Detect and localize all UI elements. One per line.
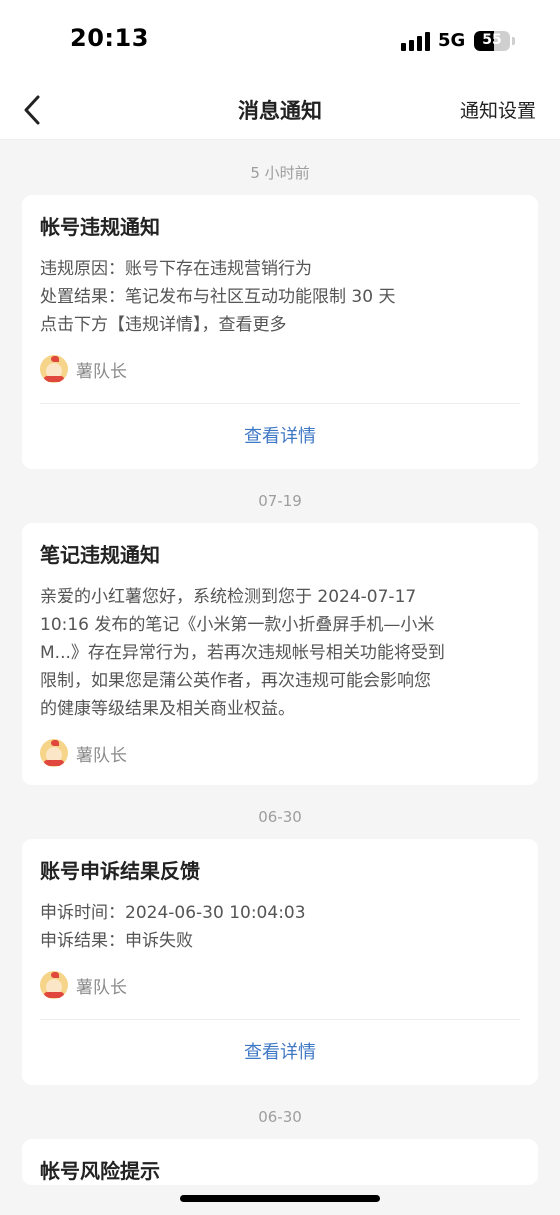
home-indicator[interactable] [180,1195,380,1202]
message-time: 07-19 [258,492,302,510]
view-details-button[interactable]: 查看详情 [40,1019,520,1085]
status-bar: 20:13 5G 55 [0,0,560,80]
sender-name: 薯队长 [76,977,127,998]
message-title: 笔记违规通知 [40,543,160,567]
sender: 薯队长 [40,965,520,1005]
battery-tip [512,37,515,45]
message-title: 帐号风险提示 [40,1159,160,1183]
message-line: 申诉时间：2024-06-30 10:04:03 [40,903,306,923]
message-line: 申诉结果：申诉失败 [40,931,193,951]
message-line: 10:16 发布的笔记《小米第一款小折叠屏手机—小米 [40,615,435,635]
message-card[interactable]: 帐号违规通知 违规原因：账号下存在违规营销行为 处置结果：笔记发布与社区互动功能… [22,195,538,469]
sender: 薯队长 [40,349,520,389]
view-details-button[interactable]: 查看详情 [40,403,520,469]
nav-bar: 消息通知 通知设置 [0,80,560,140]
network-type: 5G [438,30,466,51]
sender-name: 薯队长 [76,745,127,766]
battery-percent: 55 [482,32,502,48]
message-list[interactable]: 5 小时前 帐号违规通知 违规原因：账号下存在违规营销行为 处置结果：笔记发布与… [0,141,560,1215]
message-line: M...》存在异常行为，若再次违规帐号相关功能将受到 [40,643,445,663]
message-line: 的健康等级结果及相关商业权益。 [40,699,295,719]
status-time: 20:13 [70,24,149,52]
message-line: 处置结果：笔记发布与社区互动功能限制 30 天 [40,287,396,307]
message-card[interactable]: 账号申诉结果反馈 申诉时间：2024-06-30 10:04:03 申诉结果：申… [22,839,538,1085]
message-line: 亲爱的小红薯您好，系统检测到您于 2024-07-17 [40,587,417,607]
message-time: 06-30 [258,1108,302,1126]
message-card[interactable]: 笔记违规通知 亲爱的小红薯您好，系统检测到您于 2024-07-17 10:16… [22,523,538,785]
notification-settings-button[interactable]: 通知设置 [460,96,536,123]
message-time: 06-30 [258,808,302,826]
battery-icon: 55 [474,31,510,51]
message-line: 违规原因：账号下存在违规营销行为 [40,259,312,279]
sender-avatar [40,971,68,999]
message-line: 限制，如果您是蒲公英作者，再次违规可能会影响您 [40,671,431,691]
message-title: 账号申诉结果反馈 [40,859,200,883]
message-time: 5 小时前 [250,164,310,182]
message-title: 帐号违规通知 [40,215,160,239]
screen: 20:13 5G 55 消息通知 通知设置 5 小时前 帐号违规通知 违规原因：… [0,0,560,1215]
sender-avatar [40,739,68,767]
sender-name: 薯队长 [76,361,127,382]
sender-avatar [40,355,68,383]
message-card[interactable]: 帐号风险提示 [22,1139,538,1185]
message-line: 点击下方【违规详情】，查看更多 [40,315,287,335]
sender: 薯队长 [40,733,520,773]
signal-icon [401,31,431,51]
